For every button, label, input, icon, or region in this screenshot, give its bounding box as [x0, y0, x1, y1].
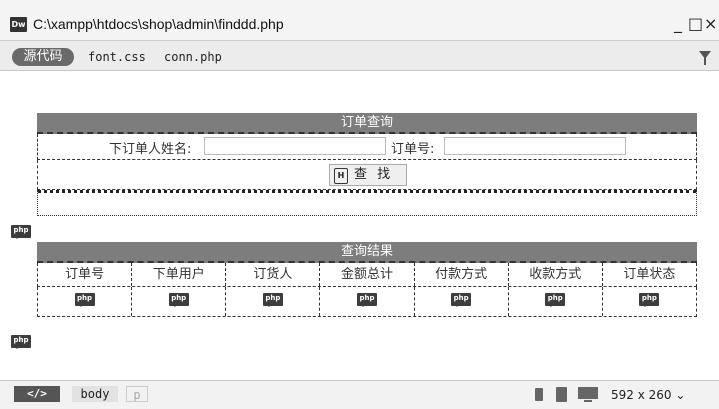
customer-name-input[interactable] [204, 137, 386, 155]
col-order-status: 订单状态 [623, 267, 676, 282]
dreamweaver-logo-icon: Dw [10, 17, 27, 32]
table-cell: php [132, 287, 227, 316]
table-cell: php [38, 287, 133, 316]
order-number-input[interactable] [444, 137, 626, 155]
window-size-dropdown[interactable]: 592 x 260 ⌄ [611, 388, 685, 402]
minimize-button[interactable]: _ [674, 14, 682, 33]
table-cell: php [226, 287, 321, 316]
php-code-marker-icon[interactable]: php [262, 293, 283, 307]
tag-selector-p[interactable]: p [126, 386, 148, 402]
col-payment-method: 付款方式 [415, 263, 509, 286]
find-button[interactable]: H 查 找 [329, 164, 407, 186]
table-cell: php [509, 287, 603, 316]
php-code-marker-icon[interactable]: php [74, 293, 95, 307]
search-table-header: 订单查询 [37, 113, 697, 134]
form-spacer-row [37, 190, 697, 216]
chevron-down-icon: ⌄ [675, 388, 686, 402]
customer-name-label: 下订单人姓名: [109, 142, 192, 157]
close-button[interactable]: × [704, 14, 717, 33]
window-title: C:\xampp\htdocs\shop\admin\finddd.php [33, 16, 284, 32]
col-total-amount: 金额总计 [320, 263, 415, 286]
table-cell: php [320, 287, 415, 316]
find-button-label: 查 找 [354, 167, 394, 182]
desktop-stand-icon [584, 400, 592, 402]
mobile-size-icon[interactable] [535, 388, 543, 401]
order-search-table: 订单查询 下订单人姓名: 订单号: H 查 找 [37, 113, 697, 216]
results-data-row: php php php php php php php [37, 287, 697, 317]
search-fields-row: 下订单人姓名: 订单号: [37, 134, 697, 160]
php-code-marker-icon[interactable]: php [639, 293, 660, 307]
order-number-label: 订单号: [391, 142, 435, 157]
table-cell: php [415, 287, 509, 316]
tag-selector-body[interactable]: body [72, 386, 118, 402]
related-file-conn-php[interactable]: conn.php [164, 50, 222, 64]
php-code-marker-icon[interactable]: php [545, 293, 566, 307]
tablet-size-icon[interactable] [556, 387, 567, 402]
table-cell: php [603, 287, 696, 316]
filter-icon[interactable] [699, 51, 711, 65]
php-code-marker-icon[interactable]: php [11, 335, 31, 349]
order-results-table: 查询结果 订单号 下单用户 订货人 金额总计 付款方式 收款方式 订单状态 ph… [37, 242, 697, 317]
button-image-icon: H [334, 168, 348, 184]
desktop-size-icon[interactable] [578, 387, 598, 399]
maximize-button[interactable]: □ [688, 14, 703, 33]
related-file-font-css[interactable]: font.css [88, 50, 146, 64]
results-table-header: 查询结果 [37, 242, 697, 263]
window-size-value: 592 x 260 [611, 388, 672, 402]
php-code-marker-icon[interactable]: php [168, 293, 189, 307]
code-tag-button[interactable]: </> [14, 386, 60, 402]
col-recipient: 订货人 [226, 263, 321, 286]
col-order-number: 订单号 [38, 263, 133, 286]
php-code-marker-icon[interactable]: php [11, 225, 31, 239]
php-code-marker-icon[interactable]: php [356, 293, 377, 307]
col-receive-method: 收款方式 [509, 263, 603, 286]
results-column-headers: 订单号 下单用户 订货人 金额总计 付款方式 收款方式 订单状态 [37, 263, 697, 287]
source-code-button[interactable]: 源代码 [12, 48, 74, 66]
search-button-row: H 查 找 [37, 160, 697, 190]
php-code-marker-icon[interactable]: php [451, 293, 472, 307]
col-order-user: 下单用户 [132, 263, 227, 286]
